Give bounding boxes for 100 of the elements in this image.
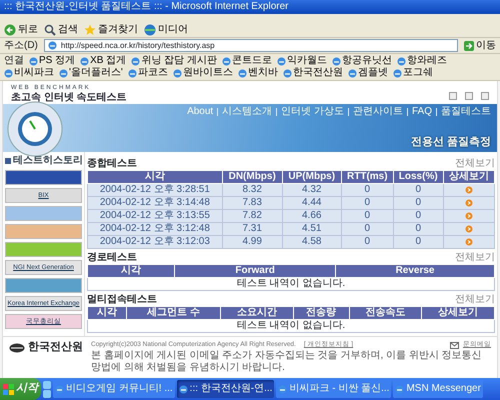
section-title: 경로테스트 (87, 252, 137, 264)
address-label: 주소(D) (4, 40, 38, 52)
page-icon (222, 56, 231, 66)
page-icon (128, 68, 137, 78)
column-header: Forward (174, 264, 336, 278)
table-cell: 2004-02-12 오후 3:12:03 (88, 236, 222, 249)
table-cell: 0 (393, 196, 444, 210)
link-item[interactable]: PS 정게 (29, 55, 76, 67)
banner-ad[interactable] (5, 170, 82, 186)
go-button[interactable]: 이동 (464, 40, 496, 52)
column-header: 상세보기 (422, 306, 494, 320)
detail-icon[interactable] (464, 186, 473, 194)
page-icon (276, 56, 286, 66)
window-title: ::: 한국전산원-인터넷 품질테스트 ::: - Microsoft Internet Explorer (0, 0, 500, 14)
site-title: 초고속 인터넷 속도테스트 (11, 92, 127, 104)
page-icon (282, 68, 292, 78)
window-icon (55, 384, 64, 394)
detail-icon[interactable] (464, 212, 473, 220)
view-all-link[interactable]: 전체보기 (455, 158, 495, 170)
window-icon (178, 384, 188, 394)
column-header: RTT(ms) (341, 170, 394, 184)
table-cell: 0 (393, 210, 444, 223)
nav-link[interactable]: 품질테스트 (441, 106, 491, 118)
view-all-link[interactable]: 전체보기 (455, 252, 495, 264)
address-field[interactable]: http://speed.nca.or.kr/history/testhistory.asp (44, 39, 458, 52)
link-item[interactable]: 파코즈 (128, 67, 168, 79)
empty-message: 테스트 내역이 없습니다. (88, 320, 494, 333)
link-item[interactable]: 한국전산원 (282, 67, 343, 79)
go-arrow-icon (464, 40, 474, 50)
back-arrow-icon (4, 24, 16, 36)
table-cell: 8.32 (222, 184, 282, 197)
column-header: 전송량 (293, 306, 350, 320)
nav-link[interactable]: FAQ (412, 106, 432, 118)
table-cell: 2004-02-12 오후 3:14:48 (88, 196, 222, 210)
toolbar-button[interactable]: 미디어 (144, 24, 188, 36)
section-title: 멀티접속테스트 (87, 294, 157, 306)
view-all-link[interactable]: 전체보기 (455, 294, 495, 306)
start-button[interactable]: 시작 (0, 378, 41, 400)
page-icon (80, 56, 90, 66)
bullet-icon (5, 158, 11, 164)
toolbar-button[interactable]: 검색 (44, 24, 78, 36)
globe-icon (144, 24, 156, 36)
star-icon (84, 24, 96, 36)
page-icon (48, 41, 57, 50)
page-icon (392, 68, 402, 78)
page-icon (332, 56, 341, 66)
windows-logo-icon (3, 384, 14, 394)
link-item[interactable]: '올더플러스' (59, 67, 123, 79)
link-item[interactable]: 콘트드로 (222, 55, 272, 67)
link-item[interactable]: 항와레즈 (396, 55, 447, 67)
table-cell: 0 (393, 236, 444, 249)
column-header: 전송속도 (349, 306, 422, 320)
taskbar-button[interactable]: 비디오게임 커뮤니티! ... (53, 380, 175, 398)
link-item[interactable]: 원바이트스 (172, 67, 233, 79)
taskbar-button[interactable]: MSN Messenger (393, 380, 483, 398)
table-cell: 7.82 (222, 210, 282, 223)
detail-icon[interactable] (464, 238, 473, 246)
section-title: 종합테스트 (87, 158, 137, 170)
search-icon (44, 24, 56, 36)
page-icon (29, 56, 38, 66)
link-item[interactable]: 겜플넷 (348, 67, 388, 79)
link-item[interactable]: 위닝 잡담 게시판 (131, 55, 217, 67)
page-icon (348, 68, 357, 78)
page-icon (131, 56, 140, 66)
table-cell: 0 (341, 184, 394, 197)
links-label: 연결 (4, 55, 24, 67)
toolbar-button[interactable]: 뒤로 (4, 24, 38, 36)
table-cell: 4.99 (222, 236, 282, 249)
nav-link[interactable]: 관련사이트 (352, 106, 403, 118)
empty-message: 테스트 내역이 없습니다. (88, 278, 494, 291)
column-header: 소요시간 (220, 306, 294, 320)
agency-name: 한국전산원 (28, 341, 83, 354)
column-header: 상세보기 (443, 170, 494, 184)
link-item[interactable]: 항공유닛선 (332, 55, 392, 67)
table-cell: 2004-02-12 오후 3:13:55 (88, 210, 222, 223)
page-icon (59, 68, 68, 78)
taskbar-button[interactable]: 비씨파크 - 비싼 풀신... (276, 380, 392, 398)
table-cell: 0 (341, 210, 394, 223)
column-header: UP(Mbps) (282, 170, 342, 184)
column-header: DN(Mbps) (222, 170, 282, 184)
column-header: Loss(%) (393, 170, 444, 184)
table-cell: 4.66 (282, 210, 342, 223)
column-header: 시각 (88, 264, 175, 278)
taskbar-button[interactable]: ::: 한국전산원-연... (176, 380, 274, 398)
detail-icon[interactable] (464, 224, 473, 233)
link-item[interactable]: 비씨파크 (4, 67, 54, 79)
detail-icon[interactable] (464, 198, 473, 207)
link-item[interactable]: XB 접게 (80, 55, 126, 67)
table-cell: 2004-02-12 오후 3:12:48 (88, 222, 222, 236)
table-cell: 4.51 (282, 222, 342, 236)
link-item[interactable]: 익카월드 (276, 55, 327, 67)
toolbar-button[interactable]: 즐겨찾기 (84, 24, 138, 36)
window-icon (278, 384, 288, 394)
link-item[interactable]: 포그쉐 (392, 67, 433, 79)
page-icon (172, 68, 182, 78)
link-item[interactable]: 벤치바 (238, 67, 278, 79)
window-icon (395, 384, 404, 394)
table-cell: 4.58 (282, 236, 342, 249)
table-cell: 0 (341, 222, 394, 236)
column-header: 세그먼트 수 (126, 306, 221, 320)
